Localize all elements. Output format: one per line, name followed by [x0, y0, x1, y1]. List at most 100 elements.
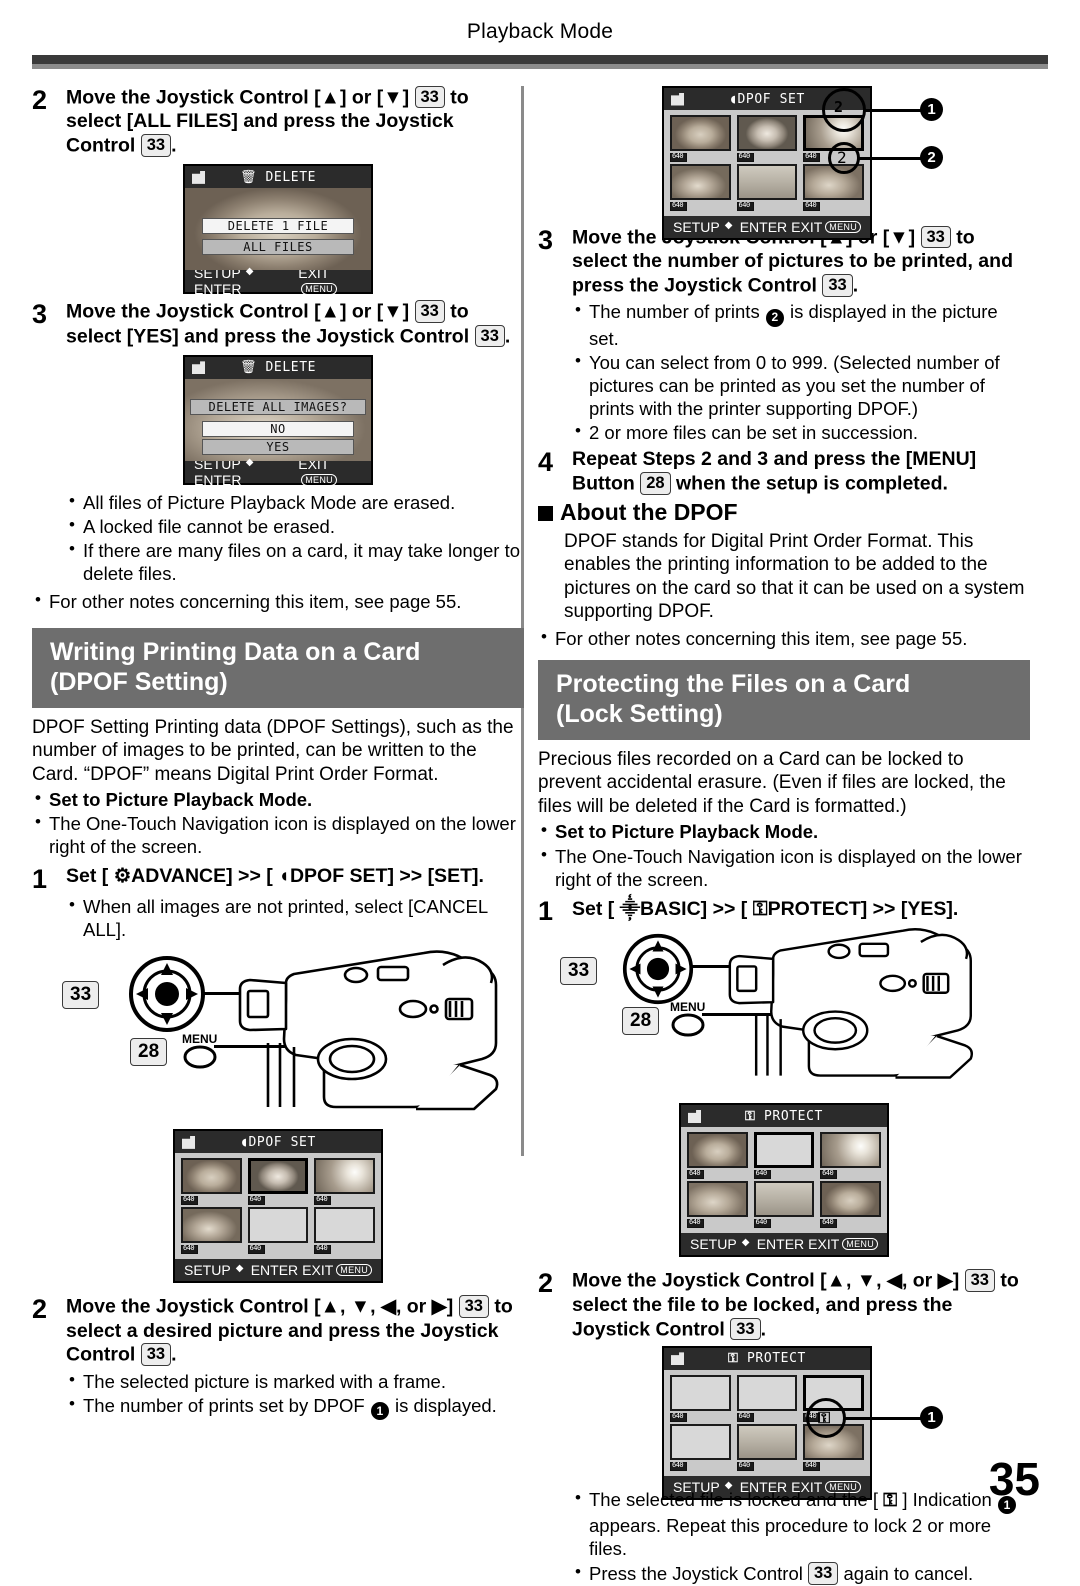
- ref-joystick: 33: [458, 1295, 489, 1318]
- resolution-badge: [803, 201, 821, 211]
- resolution-badge: [820, 1169, 838, 1180]
- section-heading-line1: Protecting the Files on a Card: [556, 669, 911, 698]
- resolution-badge: [736, 152, 754, 162]
- lcd-titlebar: 🗑 DELETE: [185, 166, 371, 189]
- lock-intro-text: Precious files recorded on a Card can be…: [538, 748, 1006, 817]
- thumbnail-cell[interactable]: [687, 1132, 748, 1180]
- thumbnail-image: [687, 1181, 748, 1218]
- footer-setup: SETUPENTER: [690, 1236, 804, 1252]
- list-item: Set to Picture Playback Mode.: [538, 819, 1030, 843]
- thumbnail-cell[interactable]: [687, 1181, 748, 1229]
- footer-setup: SETUPENTER: [184, 1262, 298, 1278]
- callout-marker-1: 1: [920, 98, 943, 121]
- step-text: Repeat Steps 2 and 3 and press the [MENU…: [572, 448, 977, 495]
- menu-button-diagram-icon: MENU: [670, 1001, 705, 1042]
- lcd-footer: SETUPENTER EXITMENU: [185, 456, 371, 488]
- section-heading-line2: (Lock Setting): [556, 699, 723, 728]
- thumbnail-cell[interactable]: [670, 1374, 731, 1422]
- thumbnail-image: [181, 1158, 242, 1195]
- menu-option-delete-one[interactable]: DELETE 1 FILE: [202, 218, 354, 235]
- menu-option-no[interactable]: NO: [202, 420, 354, 437]
- thumbnail-image: [736, 115, 798, 151]
- right-step-1: 1 Set [ ⸎BASIC] >> [ ⚿PROTECT] >> [YES].: [538, 897, 1030, 926]
- ref-label-joystick: 33: [560, 957, 598, 986]
- ref-joystick: 33: [964, 1269, 995, 1292]
- step-text: Set [ ⸎BASIC] >> [ ⚿PROTECT] >> [YES].: [572, 896, 959, 920]
- menu-option-all-files[interactable]: ALL FILES: [202, 239, 354, 256]
- resolution-badge: [753, 1218, 771, 1229]
- square-bullet-icon: [538, 505, 553, 521]
- left-step1-notes: When all images are not printed, select …: [66, 894, 524, 941]
- resolution-badge: [247, 1244, 265, 1255]
- ref-label-joystick: 33: [62, 981, 100, 1009]
- ref-menu: 28: [640, 472, 671, 495]
- thumbnail-cell[interactable]: [670, 115, 731, 162]
- lcd-title-text: ⚿ PROTECT: [745, 1108, 823, 1124]
- menu-pill-icon: MENU: [842, 1238, 878, 1251]
- ref-joystick: 33: [730, 1317, 761, 1340]
- thumbnail-image: [753, 1132, 815, 1169]
- thumbnail-grid: [681, 1127, 887, 1234]
- lcd-footer: SETUPENTER EXITMENU: [185, 265, 371, 297]
- menu-pill-icon: MENU: [825, 221, 861, 233]
- leader-line-callout-2: [858, 157, 922, 160]
- thumbnail-cell[interactable]: [736, 115, 798, 162]
- thumbnail-cell[interactable]: [314, 1158, 375, 1206]
- trash-icon: 🗑: [239, 360, 258, 376]
- callout-marker-1: 1: [920, 1405, 943, 1429]
- dpof-icon: ◖: [240, 1134, 249, 1150]
- thumbnail-cell[interactable]: [247, 1207, 309, 1255]
- thumbnail-image: [181, 1207, 242, 1244]
- thumbnail-cell[interactable]: [670, 164, 731, 211]
- thumbnail-cell[interactable]: [803, 164, 864, 211]
- list-item: The One-Touch Navigation icon is display…: [538, 844, 1030, 891]
- left-step2b-notes: The selected picture is marked with a fr…: [66, 1369, 524, 1421]
- thumbnail-row: [181, 1158, 375, 1206]
- thumbnail-image: [820, 1181, 881, 1218]
- thumbnail-cell[interactable]: [736, 164, 798, 211]
- thumbnail-cell[interactable]: [181, 1207, 242, 1255]
- thumbnail-grid: [175, 1153, 381, 1260]
- right-final-notes: The selected file is locked and the [ ⚿ …: [572, 1487, 1030, 1585]
- list-item: When all images are not printed, select …: [66, 894, 524, 941]
- list-item: The selected file is locked and the [ ⚿ …: [572, 1487, 1030, 1561]
- down-arrow-icon: ▼: [350, 1295, 371, 1318]
- right-arrow-icon: ▶: [431, 1295, 447, 1318]
- footer-exit: EXITMENU: [791, 219, 861, 235]
- thumbnail-cell[interactable]: [820, 1181, 881, 1229]
- thumbnail-cell[interactable]: [247, 1158, 309, 1206]
- resolution-badge: [670, 1461, 687, 1471]
- lcd-footer: SETUPENTER EXITMENU: [175, 1259, 381, 1282]
- footer-exit: EXITMENU: [302, 1262, 372, 1278]
- trash-icon: 🗑: [239, 169, 258, 185]
- joystick-glyph-icon: [234, 1263, 248, 1276]
- lcd-screen-protect: ⚿ PROTECT SETUPENTER EXITMENU: [679, 1103, 889, 1258]
- callout-marker-2: 2: [920, 146, 943, 169]
- ref-joystick: 33: [140, 1343, 172, 1366]
- thumbnail-cell[interactable]: [753, 1181, 815, 1229]
- step-number: 2: [538, 1268, 554, 1299]
- resolution-badge: [803, 152, 821, 162]
- lock-key-icon: ⚿: [728, 1351, 739, 1367]
- thumbnail-cell[interactable]: [314, 1207, 375, 1255]
- lcd-title-text: ◖DPOF SET: [240, 1134, 316, 1150]
- lock-indicator-icon: ⚿: [818, 1407, 831, 1427]
- list-item: 2 or more files can be set in succession…: [572, 420, 1030, 444]
- thumbnail-cell[interactable]: [181, 1158, 242, 1206]
- section-header-lock: Protecting the Files on a Card (Lock Set…: [538, 659, 1030, 740]
- list-item: The number of prints 2 is displayed in t…: [572, 299, 1030, 350]
- list-item: All files of Picture Playback Mode are e…: [66, 490, 524, 514]
- down-arrow-icon: ▼: [889, 226, 909, 249]
- thumbnail-cell[interactable]: [820, 1132, 881, 1180]
- thumbnail-cell[interactable]: [736, 1423, 798, 1471]
- thumbnail-image: [736, 1423, 798, 1460]
- list-item: The One-Touch Navigation icon is display…: [32, 811, 524, 858]
- thumbnail-cell[interactable]: [736, 1374, 798, 1422]
- thumbnail-image: [670, 115, 731, 151]
- thumbnail-cell[interactable]: [670, 1423, 731, 1471]
- resolution-badge: [687, 1169, 704, 1180]
- step-number: 2: [32, 85, 48, 115]
- thumbnail-cell[interactable]: [753, 1132, 815, 1180]
- menu-option-yes[interactable]: YES: [202, 438, 354, 455]
- lcd-title-text: ⚿ PROTECT: [728, 1351, 806, 1367]
